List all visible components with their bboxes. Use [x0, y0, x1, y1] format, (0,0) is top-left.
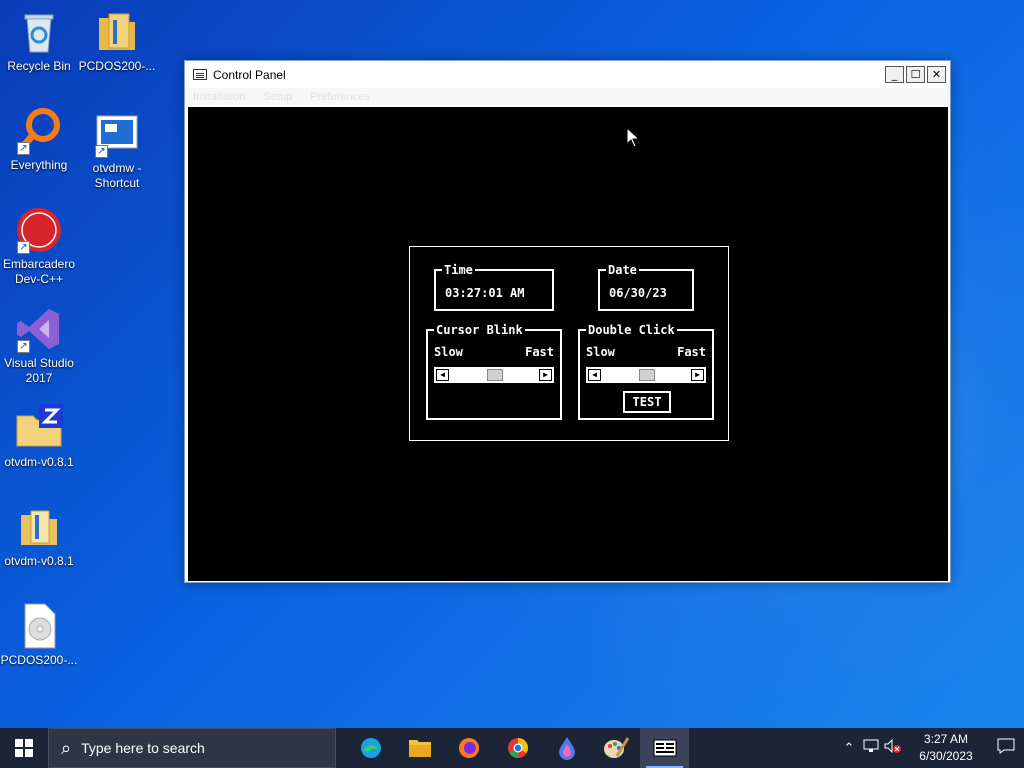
everything-search-icon: ↗ — [15, 107, 63, 155]
shortcut-arrow-icon: ↗ — [95, 145, 108, 158]
paint-3d-icon — [558, 737, 575, 760]
recycle-bin-icon — [15, 8, 63, 56]
dos-client-area[interactable]: Time 03:27:01 AM Date 06/30/23 Cursor Bl… — [188, 107, 948, 581]
show-hidden-icons-chevron-icon[interactable]: ⌃ — [838, 741, 860, 756]
cursor-blink-group: Cursor Blink Slow Fast ◀ ▶ — [426, 322, 562, 420]
windows-logo-icon — [15, 739, 33, 757]
desktop-icon-otvdmw-shortcut[interactable]: ↗ otvdmw - Shortcut — [78, 110, 156, 191]
minimize-button[interactable]: _ — [885, 66, 904, 83]
desktop-icon-label: otvdmw - Shortcut — [92, 161, 142, 190]
double-click-group: Double Click Slow Fast ◀ ▶ TEST — [578, 322, 714, 420]
zip-folder-icon — [15, 404, 63, 452]
search-placeholder: Type here to search — [81, 740, 205, 756]
scroll-right-arrow-icon[interactable]: ▶ — [539, 369, 552, 381]
taskbar-file-explorer[interactable] — [395, 728, 444, 768]
volume-muted-icon[interactable] — [882, 738, 904, 757]
folder-icon — [93, 8, 141, 56]
double-click-slider[interactable]: ◀ ▶ — [586, 367, 706, 383]
desktop-icon-label: PCDOS200-... — [0, 653, 78, 667]
control-panel-app-icon — [653, 739, 676, 757]
devcpp-icon: ↗ — [15, 206, 63, 254]
time-group: Time 03:27:01 AM — [434, 262, 554, 311]
double-click-fast-label: Fast — [677, 345, 706, 359]
cursor-blink-fast-label: Fast — [525, 345, 554, 359]
taskbar-search-box[interactable]: ⌕ Type here to search — [48, 728, 336, 768]
cursor-blink-slider-thumb[interactable] — [487, 369, 503, 381]
double-click-slider-thumb[interactable] — [639, 369, 655, 381]
shortcut-arrow-icon: ↗ — [17, 142, 30, 155]
desktop-icon-label: otvdm-v0.8.1 — [4, 455, 74, 469]
cursor-blink-slow-label: Slow — [434, 345, 463, 359]
start-button[interactable] — [0, 728, 48, 768]
window-title: Control Panel — [213, 67, 286, 82]
test-button[interactable]: TEST — [623, 391, 671, 413]
window-titlebar[interactable]: Control Panel _ ☐ ✕ — [185, 61, 950, 88]
notification-center-icon[interactable] — [988, 738, 1024, 758]
desktop-icon-pcdos-folder[interactable]: PCDOS200-... — [78, 8, 156, 74]
system-tray: ⌃ 3:27 AM 6/30/2023 — [838, 728, 1024, 768]
desktop-icon-label: Recycle Bin — [7, 59, 71, 73]
cursor-blink-legend: Cursor Blink — [434, 322, 525, 338]
cursor-blink-slider[interactable]: ◀ ▶ — [434, 367, 554, 383]
time-legend: Time — [442, 262, 475, 278]
disc-image-icon — [15, 602, 63, 650]
taskbar-paint[interactable] — [591, 728, 640, 768]
chrome-icon — [507, 738, 528, 758]
control-panel-window[interactable]: Control Panel _ ☐ ✕ Installation Setup P… — [184, 60, 951, 583]
desktop-icon-label: Everything — [10, 158, 68, 172]
shortcut-arrow-icon: ↗ — [17, 241, 30, 254]
network-icon[interactable] — [860, 739, 882, 757]
control-panel-app-icon — [193, 69, 207, 80]
file-explorer-icon — [408, 740, 431, 757]
date-field[interactable]: 06/30/23 — [609, 286, 667, 300]
date-legend: Date — [606, 262, 639, 278]
maximize-button[interactable]: ☐ — [906, 66, 925, 83]
firefox-icon — [458, 738, 479, 758]
taskbar-edge[interactable] — [346, 728, 395, 768]
double-click-slow-label: Slow — [586, 345, 615, 359]
time-field[interactable]: 03:27:01 AM — [445, 286, 524, 300]
scroll-right-arrow-icon[interactable]: ▶ — [691, 369, 704, 381]
desktop-icon-pcdos-disc[interactable]: PCDOS200-... — [0, 602, 78, 668]
desktop: Recycle Bin PCDOS200-... ↗ Everything ↗ … — [0, 0, 1024, 728]
scroll-left-arrow-icon[interactable]: ◀ — [436, 369, 449, 381]
desktop-icon-otvdm-folder[interactable]: otvdm-v0.8.1 — [0, 503, 78, 569]
desktop-icon-otvdm-zip[interactable]: otvdm-v0.8.1 — [0, 404, 78, 470]
paint-icon — [603, 737, 629, 758]
desktop-icon-recycle-bin[interactable]: Recycle Bin — [0, 8, 78, 74]
taskbar-firefox[interactable] — [444, 728, 493, 768]
mouse-pointer-icon — [626, 127, 640, 148]
clock-date: 6/30/2023 — [919, 749, 973, 763]
desktop-icon-visual-studio[interactable]: ↗ Visual Studio 2017 — [0, 305, 78, 386]
desktop-icon-label: otvdm-v0.8.1 — [4, 554, 74, 568]
folder-icon — [15, 503, 63, 551]
taskbar-chrome[interactable] — [493, 728, 542, 768]
menu-bar: Installation Setup Preferences — [185, 88, 950, 106]
otvdmw-app-icon: ↗ — [93, 110, 141, 158]
desktop-icon-label: Embarcadero Dev-C++ — [2, 257, 76, 286]
taskbar-control-panel[interactable] — [640, 728, 689, 768]
control-panel-dialog: Time 03:27:01 AM Date 06/30/23 Cursor Bl… — [409, 246, 729, 441]
close-button[interactable]: ✕ — [927, 66, 946, 83]
scroll-left-arrow-icon[interactable]: ◀ — [588, 369, 601, 381]
visual-studio-icon: ↗ — [15, 305, 63, 353]
clock-time: 3:27 AM — [923, 732, 969, 746]
taskbar-clock[interactable]: 3:27 AM 6/30/2023 — [910, 731, 982, 765]
desktop-icon-label: Visual Studio 2017 — [4, 356, 74, 385]
menu-preferences[interactable]: Preferences — [310, 88, 369, 106]
menu-setup[interactable]: Setup — [264, 88, 293, 106]
desktop-icon-devcpp[interactable]: ↗ Embarcadero Dev-C++ — [0, 206, 78, 287]
menu-installation[interactable]: Installation — [193, 88, 246, 106]
double-click-legend: Double Click — [586, 322, 677, 338]
date-group: Date 06/30/23 — [598, 262, 694, 311]
search-icon: ⌕ — [61, 737, 72, 758]
taskbar-paint-3d[interactable] — [542, 728, 591, 768]
desktop-icon-label: PCDOS200-... — [78, 59, 156, 73]
shortcut-arrow-icon: ↗ — [17, 340, 30, 353]
taskbar: ⌕ Type here to search ⌃ 3:27 AM 6/30/202… — [0, 728, 1024, 768]
edge-icon — [360, 738, 381, 758]
desktop-icon-everything[interactable]: ↗ Everything — [0, 107, 78, 173]
